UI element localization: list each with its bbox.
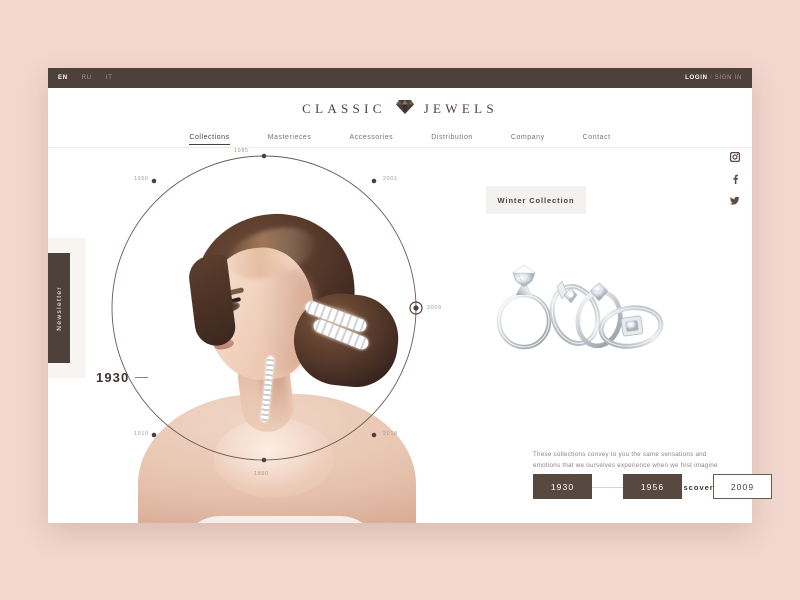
language-switcher: EN RU IT: [58, 75, 113, 81]
timeline-year-2018[interactable]: 2018: [383, 431, 398, 437]
active-year-connector: [135, 377, 149, 378]
year-selector: 1930 1956 2009: [533, 474, 772, 499]
language-option-it[interactable]: IT: [106, 75, 113, 81]
utility-topbar: EN RU IT LOGIN / SIGN IN: [48, 68, 752, 88]
nav-item-collections[interactable]: Collections: [189, 134, 230, 145]
social-links: [729, 151, 740, 206]
year-button-1956[interactable]: 1956: [623, 474, 682, 499]
nav-item-masterieces[interactable]: Masterieces: [268, 134, 312, 144]
twitter-icon[interactable]: [729, 195, 740, 206]
collection-panel: Winter Collection: [486, 186, 686, 214]
collection-chip-label: Winter Collection: [497, 195, 575, 205]
nav-item-contact[interactable]: Contact: [583, 134, 611, 144]
login-link[interactable]: LOGIN: [685, 75, 708, 81]
brand-word-right: JEWELS: [423, 101, 498, 116]
year-button-1930[interactable]: 1930: [533, 474, 592, 499]
instagram-icon[interactable]: [729, 151, 740, 162]
timeline-year-2009[interactable]: 2009: [427, 305, 442, 311]
account-links: LOGIN / SIGN IN: [685, 75, 742, 81]
nav-item-distribution[interactable]: Distribution: [431, 134, 473, 144]
timeline-year-1890[interactable]: 1890: [254, 471, 269, 477]
year-button-2009[interactable]: 2009: [713, 474, 772, 499]
signin-link[interactable]: SIGN IN: [715, 75, 742, 81]
page-background: EN RU IT LOGIN / SIGN IN CLASSIC JEWELS …: [0, 0, 800, 600]
language-option-ru[interactable]: RU: [82, 75, 92, 81]
hero-stage: 1985 2001 2009 2018 1890 1910 1956 1930: [86, 148, 486, 523]
diamond-icon: [395, 99, 415, 120]
nav-item-accessories[interactable]: Accessories: [349, 134, 393, 144]
timeline-markers: [151, 153, 423, 463]
website-card: EN RU IT LOGIN / SIGN IN CLASSIC JEWELS …: [48, 68, 752, 523]
timeline-year-1956[interactable]: 1956: [134, 176, 149, 182]
language-option-en[interactable]: EN: [58, 75, 68, 81]
timeline-year-2001[interactable]: 2001: [383, 176, 398, 182]
main-navigation: Collections Masterieces Accessories Dist…: [48, 130, 752, 148]
brand-word-left: CLASSIC: [302, 101, 386, 116]
timeline-year-1985[interactable]: 1985: [234, 148, 249, 154]
facebook-icon[interactable]: [729, 173, 740, 184]
brand-logo[interactable]: CLASSIC JEWELS: [48, 88, 752, 130]
account-separator: /: [710, 75, 713, 81]
newsletter-tab[interactable]: Newsletter: [48, 253, 70, 363]
nav-item-company[interactable]: Company: [511, 134, 545, 144]
newsletter-label: Newsletter: [55, 285, 63, 331]
product-image-rings[interactable]: [491, 243, 671, 353]
collection-chip[interactable]: Winter Collection: [486, 186, 586, 214]
timeline-active-year: 1930: [96, 370, 149, 385]
active-year-value: 1930: [96, 370, 130, 385]
timeline-year-1910[interactable]: 1910: [134, 431, 149, 437]
